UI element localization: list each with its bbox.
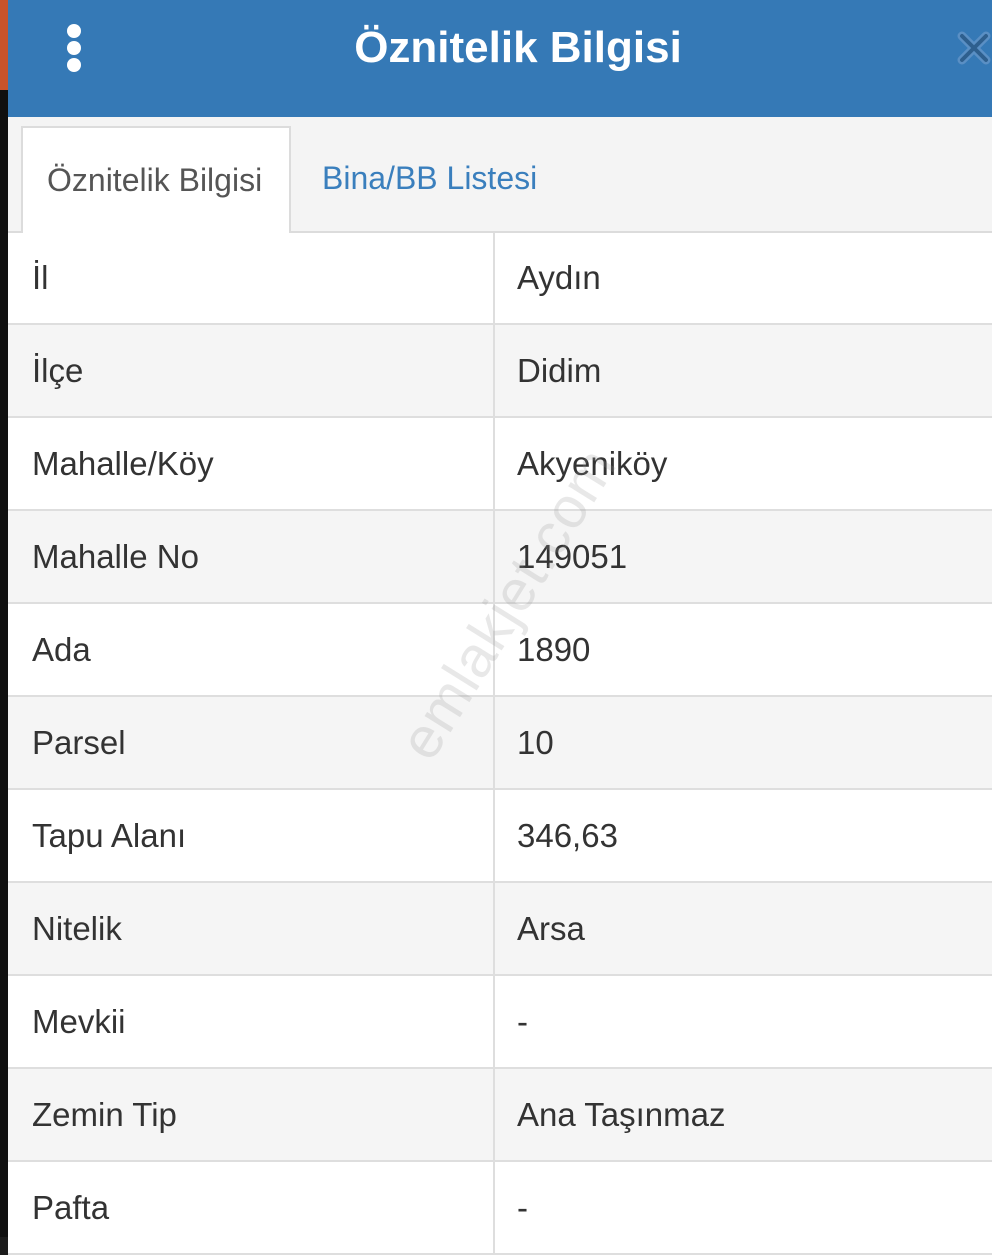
- row-label: Mahalle/Köy: [32, 444, 214, 482]
- table-row: Mevkii -: [8, 976, 992, 1069]
- column-divider: [493, 790, 495, 881]
- tab-bar: Öznitelik Bilgisi Bina/BB Listesi: [8, 117, 992, 233]
- row-label: Parsel: [32, 723, 126, 761]
- table-row: Tapu Alanı 346,63: [8, 790, 992, 883]
- column-divider: [493, 418, 495, 509]
- close-icon[interactable]: [956, 30, 992, 66]
- row-label: Pafta: [32, 1188, 110, 1226]
- row-value: Akyeniköy: [517, 444, 668, 482]
- row-value: Arsa: [517, 909, 585, 947]
- table-row: İl Aydın: [8, 233, 992, 325]
- row-label: İlçe: [32, 351, 84, 389]
- row-value: Ana Taşınmaz: [517, 1095, 726, 1133]
- column-divider: [493, 1162, 495, 1253]
- table-row: İlçe Didim: [8, 325, 992, 418]
- background-strip: [0, 90, 8, 1237]
- column-divider: [493, 883, 495, 974]
- table-row: Ada 1890: [8, 604, 992, 697]
- table-row: Mahalle No 149051: [8, 511, 992, 604]
- tab-building-list[interactable]: Bina/BB Listesi: [298, 126, 561, 231]
- attribute-table: İl Aydın İlçe Didim Mahalle/Köy Akyenikö…: [8, 233, 992, 1255]
- row-value: 346,63: [517, 816, 618, 854]
- column-divider: [493, 697, 495, 788]
- column-divider: [493, 1069, 495, 1160]
- column-divider: [493, 325, 495, 416]
- tab-attribute-info[interactable]: Öznitelik Bilgisi: [21, 126, 291, 233]
- row-label: Zemin Tip: [32, 1095, 177, 1133]
- background-strip-top: [0, 0, 8, 90]
- column-divider: [493, 976, 495, 1067]
- column-divider: [493, 604, 495, 695]
- column-divider: [493, 511, 495, 602]
- panel-title: Öznitelik Bilgisi: [354, 23, 682, 72]
- row-label: Nitelik: [32, 909, 122, 947]
- row-label: Tapu Alanı: [32, 816, 187, 854]
- row-label: Mahalle No: [32, 537, 199, 575]
- row-label: Mevkii: [32, 1002, 126, 1040]
- row-value: Didim: [517, 351, 602, 389]
- row-value: 1890: [517, 630, 591, 668]
- row-value: Aydın: [517, 259, 601, 296]
- row-value: 10: [517, 723, 554, 761]
- row-value: -: [517, 1188, 528, 1226]
- table-row: Parsel 10: [8, 697, 992, 790]
- table-row: Mahalle/Köy Akyeniköy: [8, 418, 992, 511]
- row-value: -: [517, 1002, 528, 1040]
- row-label: İl: [32, 259, 49, 296]
- row-label: Ada: [32, 630, 91, 668]
- table-row: Nitelik Arsa: [8, 883, 992, 976]
- column-divider: [493, 233, 495, 323]
- table-row: Zemin Tip Ana Taşınmaz: [8, 1069, 992, 1162]
- table-row: Pafta -: [8, 1162, 992, 1255]
- row-value: 149051: [517, 537, 628, 575]
- panel-header: Öznitelik Bilgisi: [8, 0, 992, 117]
- attribute-panel: Öznitelik Bilgisi Öznitelik Bilgisi Bina…: [8, 0, 992, 1255]
